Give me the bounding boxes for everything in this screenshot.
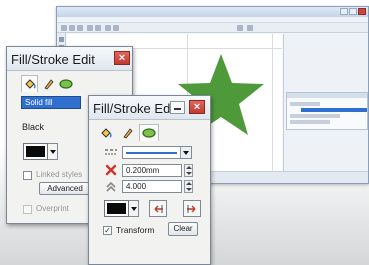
start-arrow-icon [154, 204, 163, 213]
dialog-title: Fill/Stroke Edit [93, 101, 177, 116]
dialog-titlebar[interactable]: Fill/Stroke Edit × [89, 96, 210, 120]
toolbar-button[interactable] [95, 25, 101, 31]
color-name-label: Black [22, 122, 45, 132]
stroke-color-swatch[interactable] [104, 200, 129, 217]
docker-row[interactable] [290, 102, 320, 106]
toolbar-button[interactable] [237, 25, 243, 31]
tab-strip [7, 75, 132, 93]
app-maximize-button[interactable] [349, 8, 357, 15]
end-arrow-icon [187, 204, 196, 213]
minimize-button[interactable] [170, 101, 185, 114]
overprint-checkbox-label: Overprint [36, 204, 69, 213]
bucket-icon [24, 79, 36, 89]
stroke-style-icon [58, 78, 73, 89]
stroke-width-field[interactable]: 0.200mm [122, 164, 182, 177]
stroke-color-dropdown-button[interactable] [129, 200, 139, 217]
dash-style-select[interactable] [122, 146, 192, 159]
toolbar-button[interactable] [69, 25, 75, 31]
tab-stroke-style[interactable] [139, 124, 159, 141]
miter-limit-icon [106, 181, 116, 192]
canvas-guide [272, 34, 273, 173]
close-button[interactable]: × [189, 100, 205, 114]
tab-stroke-paint[interactable] [39, 75, 56, 92]
toolbar-button[interactable] [61, 25, 67, 31]
toolbar-button[interactable] [77, 25, 83, 31]
linked-checkbox[interactable] [23, 171, 32, 180]
clear-button[interactable]: Clear [168, 222, 198, 236]
docker-row[interactable] [290, 120, 330, 124]
dash-line-preview [126, 152, 177, 154]
app-toolbar [57, 23, 368, 33]
linked-checkbox-label: Linked styles [36, 170, 83, 179]
overprint-checkbox[interactable] [23, 205, 32, 214]
dialog-titlebar[interactable]: Fill/Stroke Edit × [7, 47, 132, 71]
toolbar-button[interactable] [247, 25, 253, 31]
app-titlebar [57, 7, 368, 17]
tab-fill[interactable] [97, 124, 114, 141]
advanced-button[interactable]: Advanced [39, 182, 91, 195]
miter-limit-field[interactable]: 4.000 [122, 180, 182, 193]
dialog-title: Fill/Stroke Edit [11, 52, 95, 67]
toolbar-button[interactable] [105, 25, 111, 31]
docker-panel [286, 92, 368, 130]
stroke-width-icon [105, 164, 117, 176]
color-dropdown-button[interactable] [48, 143, 58, 160]
miter-limit-spinner[interactable] [184, 180, 193, 193]
tab-stroke-style[interactable] [57, 75, 74, 92]
fill-stroke-dialog-front: Fill/Stroke Edit × 0.200mm 4.000 ✓ Trans… [88, 95, 211, 265]
pen-icon [122, 127, 133, 138]
stroke-width-spinner[interactable] [184, 164, 193, 177]
tab-fill[interactable] [21, 75, 38, 92]
dash-dropdown-button[interactable] [180, 147, 191, 158]
bucket-icon [100, 127, 112, 138]
tab-stroke-paint[interactable] [118, 124, 135, 141]
toolbar-button[interactable] [113, 25, 119, 31]
transform-checkbox[interactable]: ✓ [103, 226, 112, 235]
app-minimize-button[interactable] [340, 8, 348, 15]
fill-type-select[interactable]: Solid fill [21, 96, 81, 109]
stroke-style-icon [142, 128, 156, 138]
docker-area [283, 34, 368, 173]
close-button[interactable]: × [114, 51, 130, 65]
tool-button[interactable] [59, 37, 64, 42]
start-arrow-button[interactable] [149, 200, 167, 217]
chevron-down-icon [183, 150, 189, 155]
tab-strip [89, 124, 210, 142]
dash-style-icon [105, 149, 117, 155]
end-arrow-button[interactable] [183, 200, 201, 217]
transform-label: Transform [116, 225, 155, 235]
pen-icon [43, 78, 54, 89]
docker-row[interactable] [290, 114, 340, 118]
toolbar-button[interactable] [87, 25, 93, 31]
docker-panel-title [287, 93, 367, 98]
docker-row-selected[interactable] [301, 108, 367, 112]
fill-color-swatch[interactable] [23, 143, 48, 160]
app-close-button[interactable] [358, 8, 366, 15]
